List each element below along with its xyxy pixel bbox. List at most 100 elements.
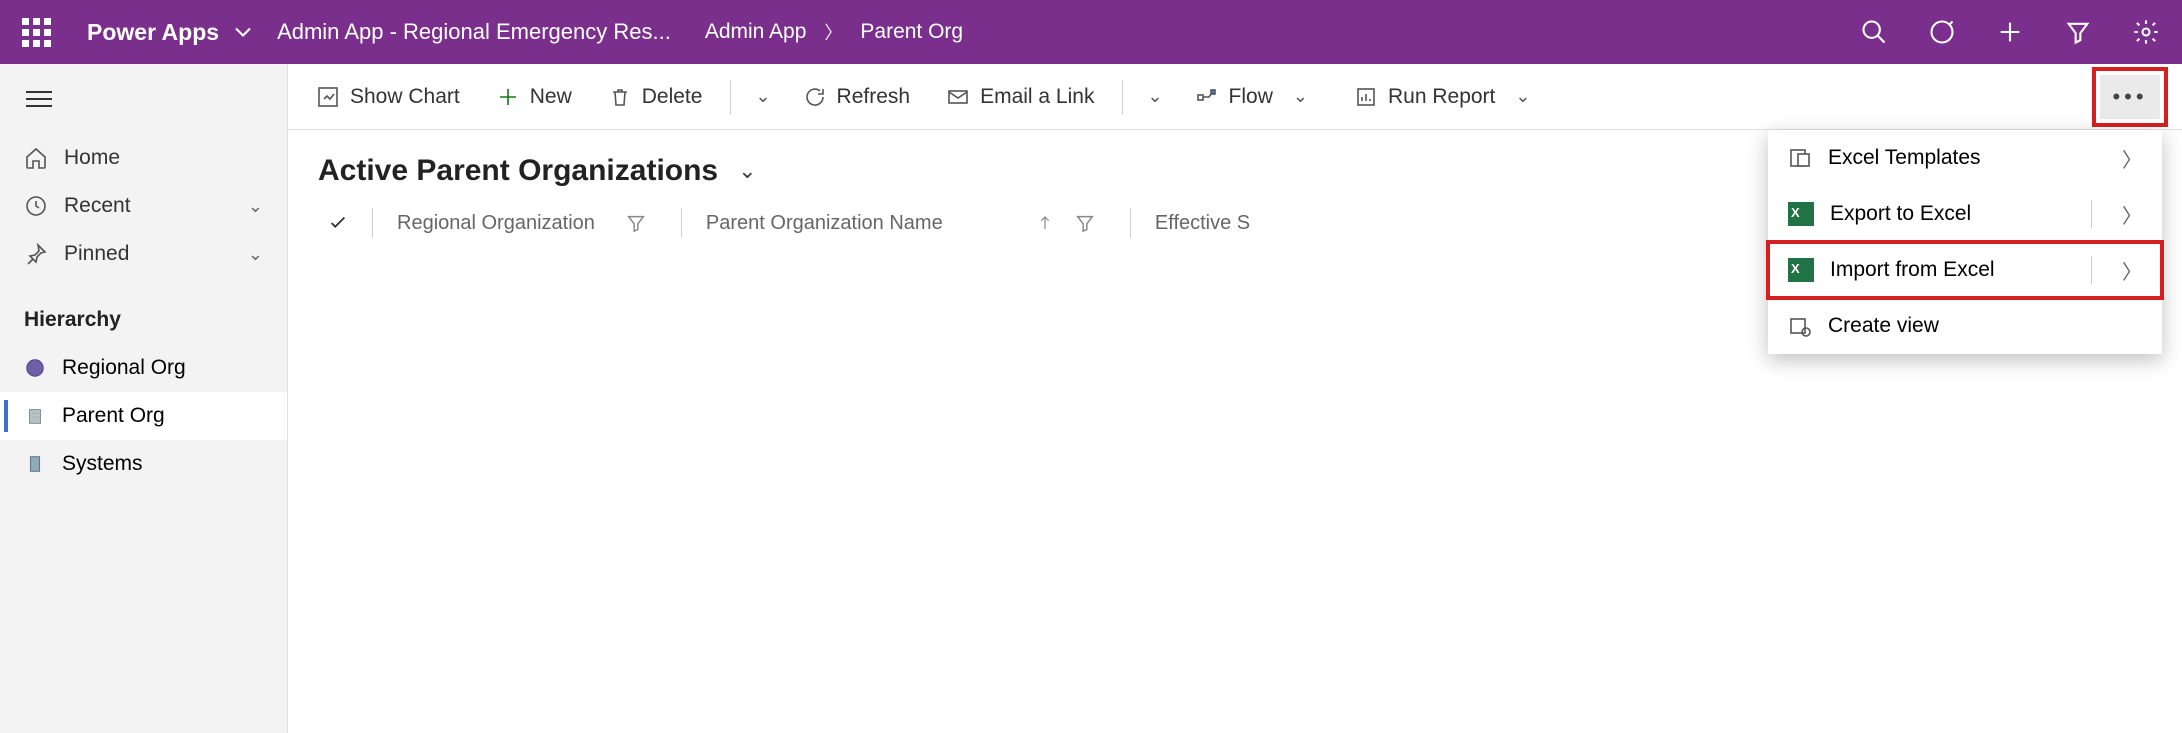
refresh-icon — [803, 85, 827, 109]
new-button[interactable]: New — [482, 79, 586, 115]
filter-icon[interactable] — [1074, 212, 1096, 234]
breadcrumb-item-1[interactable]: Admin App — [705, 20, 807, 44]
environment-name[interactable]: Admin App - Regional Emergency Res... — [277, 19, 671, 45]
flow-icon — [1195, 85, 1219, 109]
delete-dropdown[interactable]: ⌄ — [745, 86, 780, 107]
more-commands-button[interactable]: ••• — [2100, 75, 2160, 119]
mail-icon — [946, 85, 970, 109]
flow-button[interactable]: Flow ⌄ — [1181, 79, 1332, 115]
search-icon[interactable] — [1860, 18, 1888, 46]
task-icon[interactable] — [1928, 18, 1956, 46]
nav-recent[interactable]: Recent ⌄ — [0, 182, 287, 230]
filter-icon[interactable] — [625, 212, 647, 234]
breadcrumb-item-2[interactable]: Parent Org — [860, 20, 963, 44]
column-regional-org[interactable]: Regional Organization — [387, 212, 605, 235]
clock-icon — [24, 194, 48, 218]
ellipsis-icon: ••• — [2112, 84, 2147, 110]
column-effective[interactable]: Effective S — [1145, 212, 1260, 235]
globe-icon — [24, 357, 46, 379]
chevron-down-icon[interactable] — [229, 18, 257, 46]
nav-label: Recent — [64, 194, 131, 218]
chevron-right-icon: 〉 — [824, 19, 842, 45]
chevron-down-icon: ⌄ — [1283, 86, 1318, 107]
trash-icon — [608, 85, 632, 109]
home-icon — [24, 146, 48, 170]
hamburger-icon[interactable] — [0, 64, 287, 134]
select-all-checkbox[interactable] — [318, 212, 358, 234]
col-separator — [1130, 208, 1131, 238]
menu-label: Create view — [1828, 314, 1939, 338]
email-link-button[interactable]: Email a Link — [932, 79, 1108, 115]
excel-template-icon — [1788, 146, 1812, 170]
nav-home[interactable]: Home — [0, 134, 287, 182]
excel-icon — [1788, 258, 1814, 282]
cmd-label: Show Chart — [350, 85, 460, 109]
chevron-right-icon[interactable]: 〉 — [2122, 256, 2142, 285]
import-from-excel-item[interactable]: Import from Excel 〉 — [1768, 242, 2162, 298]
create-view-icon — [1788, 314, 1812, 338]
cmd-label: Email a Link — [980, 85, 1094, 109]
topbar-actions — [1860, 18, 2160, 46]
sidebar-item-label: Regional Org — [62, 356, 186, 380]
cmd-label: Run Report — [1388, 85, 1495, 109]
overflow-highlight: ••• — [2092, 67, 2168, 127]
cmd-label: Refresh — [837, 85, 911, 109]
chevron-right-icon[interactable]: 〉 — [2122, 200, 2142, 229]
chevron-right-icon: 〉 — [2122, 144, 2142, 173]
chevron-down-icon: ⌄ — [1505, 86, 1540, 107]
email-dropdown[interactable]: ⌄ — [1137, 86, 1172, 107]
sidebar: Home Recent ⌄ Pinned ⌄ Hierarchy Regiona… — [0, 64, 288, 733]
sidebar-item-regional-org[interactable]: Regional Org — [0, 344, 287, 392]
chevron-down-icon: ⌄ — [248, 244, 263, 265]
cmd-label: Delete — [642, 85, 703, 109]
menu-label: Excel Templates — [1828, 146, 1981, 170]
pin-icon — [24, 242, 48, 266]
divider — [1122, 80, 1123, 114]
menu-label: Import from Excel — [1830, 258, 1995, 282]
menu-label: Export to Excel — [1830, 202, 1971, 226]
cmd-label: New — [530, 85, 572, 109]
nav-label: Pinned — [64, 242, 129, 266]
report-icon — [1354, 85, 1378, 109]
refresh-button[interactable]: Refresh — [789, 79, 925, 115]
export-to-excel-item[interactable]: Export to Excel 〉 — [1768, 186, 2162, 242]
sidebar-item-label: Parent Org — [62, 404, 165, 428]
nav-label: Home — [64, 146, 120, 170]
main-area: Show Chart New Delete ⌄ Refresh Email a … — [288, 64, 2182, 733]
sidebar-item-systems[interactable]: Systems — [0, 440, 287, 488]
section-title: Hierarchy — [0, 278, 287, 344]
sidebar-item-label: Systems — [62, 452, 143, 476]
divider — [730, 80, 731, 114]
filter-icon[interactable] — [2064, 18, 2092, 46]
chevron-down-icon[interactable]: ⌄ — [738, 158, 756, 184]
command-bar: Show Chart New Delete ⌄ Refresh Email a … — [288, 64, 2182, 130]
sidebar-item-parent-org[interactable]: Parent Org — [0, 392, 287, 440]
delete-button[interactable]: Delete — [594, 79, 717, 115]
nav-pinned[interactable]: Pinned ⌄ — [0, 230, 287, 278]
show-chart-button[interactable]: Show Chart — [302, 79, 474, 115]
col-separator — [372, 208, 373, 238]
plus-icon — [496, 85, 520, 109]
create-view-item[interactable]: Create view — [1768, 298, 2162, 354]
cmd-label: Flow — [1229, 85, 1273, 109]
app-launcher-icon[interactable] — [22, 18, 51, 47]
building2-icon — [24, 453, 46, 475]
chart-icon — [316, 85, 340, 109]
plus-icon[interactable] — [1996, 18, 2024, 46]
excel-icon — [1788, 202, 1814, 226]
app-name[interactable]: Power Apps — [87, 19, 219, 46]
chevron-down-icon: ⌄ — [248, 196, 263, 217]
overflow-menu: Excel Templates 〉 Export to Excel 〉 Impo… — [1768, 130, 2162, 354]
col-separator — [681, 208, 682, 238]
breadcrumb: Admin App 〉 Parent Org — [705, 19, 963, 45]
run-report-button[interactable]: Run Report ⌄ — [1340, 79, 1554, 115]
separator — [2091, 200, 2092, 228]
excel-templates-item[interactable]: Excel Templates 〉 — [1768, 130, 2162, 186]
top-header: Power Apps Admin App - Regional Emergenc… — [0, 0, 2182, 64]
gear-icon[interactable] — [2132, 18, 2160, 46]
separator — [2091, 256, 2092, 284]
column-parent-org-name[interactable]: Parent Organization Name — [696, 212, 1036, 235]
view-title[interactable]: Active Parent Organizations — [318, 154, 718, 188]
sort-icon[interactable] — [1036, 212, 1054, 234]
building-icon — [24, 405, 46, 427]
